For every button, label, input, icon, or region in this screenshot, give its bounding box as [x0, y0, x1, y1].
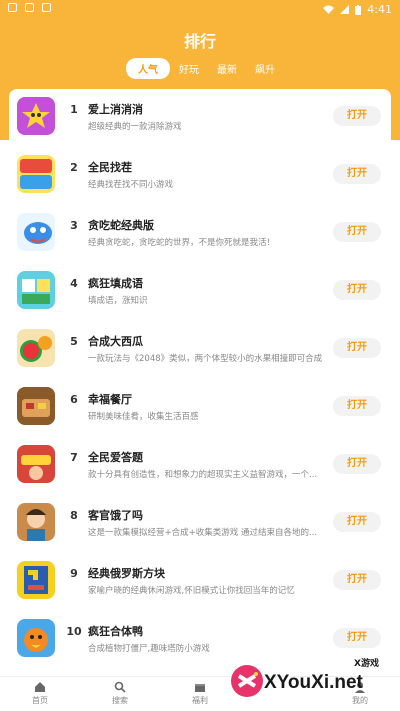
list-item[interactable]: 9 经典俄罗斯方块 家喻户晓的经典休闲游戏,怀旧模式让你找回当年的记忆 打开	[9, 553, 391, 611]
nav-home-label: 首页	[32, 696, 48, 705]
rank-number: 4	[70, 277, 78, 290]
game-description: 款十分具有创造性，和想象力的超现实主义益智游戏，一个...	[88, 470, 318, 480]
rank-number: 2	[70, 161, 78, 174]
game-icon	[17, 387, 55, 425]
game-description: 经典找茬找不同小游戏	[88, 180, 174, 190]
game-icon	[17, 445, 55, 483]
game-description: 家喻户晓的经典休闲游戏,怀旧模式让你找回当年的记忆	[88, 586, 295, 596]
tab-popular[interactable]: 人气	[126, 58, 170, 79]
game-icon	[17, 213, 55, 251]
open-button[interactable]: 打开	[333, 512, 381, 532]
rank-number: 7	[70, 451, 78, 464]
list-item[interactable]: 1 爱上消消消 超级经典的一款消除游戏 打开	[9, 89, 391, 147]
game-name: 客官饿了吗	[88, 509, 143, 522]
tab-rising[interactable]: 飙升	[246, 58, 284, 79]
game-icon	[17, 561, 55, 599]
game-name: 全民爱答题	[88, 451, 143, 464]
list-item[interactable]: 5 合成大西瓜 一款玩法与《2048》类似，两个体型较小的水果相撞即可合成 打开	[9, 321, 391, 379]
signal-icon	[340, 5, 350, 14]
nav-welfare[interactable]: 福利	[170, 681, 230, 706]
game-description: 这是一款集模拟经营+合成+收集类游戏 通过结束自各地的...	[88, 528, 318, 538]
game-description: 研制美味佳肴，收集生活百感	[88, 412, 199, 422]
game-name: 全民找茬	[88, 161, 132, 174]
open-button[interactable]: 打开	[333, 570, 381, 590]
home-icon	[35, 682, 45, 692]
nav-home[interactable]: 首页	[10, 681, 70, 706]
watermark: X游戏 XYouXi.net	[228, 652, 400, 710]
status-bar: 4:41	[0, 0, 400, 20]
rank-number: 3	[70, 219, 78, 232]
rank-number: 8	[70, 509, 78, 522]
game-description: 经典贪吃蛇，贪吃蛇的世界，不是你死就是我活！	[88, 238, 276, 248]
rank-number: 9	[70, 567, 78, 580]
list-item[interactable]: 4 疯狂填成语 填成语，涨知识 打开	[9, 263, 391, 321]
nav-search-label: 搜索	[112, 696, 128, 705]
game-icon	[17, 271, 55, 309]
game-icon	[17, 329, 55, 367]
notification-icon	[8, 3, 17, 12]
watermark-text: XYouXi.net	[264, 672, 363, 693]
game-name: 合成大西瓜	[88, 335, 143, 348]
list-item[interactable]: 2 全民找茬 经典找茬找不同小游戏 打开	[9, 147, 391, 205]
notification-icon	[42, 3, 51, 12]
game-icon	[17, 503, 55, 541]
nav-welfare-label: 福利	[192, 696, 208, 705]
rank-number: 1	[70, 103, 78, 116]
nav-search[interactable]: 搜索	[90, 681, 150, 706]
game-name: 贪吃蛇经典版	[88, 219, 154, 232]
open-button[interactable]: 打开	[333, 338, 381, 358]
game-icon	[17, 155, 55, 193]
search-icon	[114, 681, 126, 693]
rank-number: 10	[66, 625, 82, 638]
list-item[interactable]: 3 贪吃蛇经典版 经典贪吃蛇，贪吃蛇的世界，不是你死就是我活！ 打开	[9, 205, 391, 263]
watermark-small-text: X游戏	[354, 659, 379, 669]
game-name: 经典俄罗斯方块	[88, 567, 165, 580]
game-description: 一款玩法与《2048》类似，两个体型较小的水果相撞即可合成	[88, 354, 323, 364]
game-description: 超级经典的一款消除游戏	[88, 122, 182, 132]
battery-icon	[355, 4, 362, 15]
status-time: 4:41	[367, 3, 392, 16]
open-button[interactable]: 打开	[333, 164, 381, 184]
ranking-list: 1 爱上消消消 超级经典的一款消除游戏 打开 2 全民找茬 经典找茬找不同小游戏…	[9, 89, 391, 665]
open-button[interactable]: 打开	[333, 396, 381, 416]
open-button[interactable]: 打开	[333, 628, 381, 648]
tab-newest[interactable]: 最新	[208, 58, 246, 79]
open-button[interactable]: 打开	[333, 454, 381, 474]
ranking-tabs: 人气 好玩 最新 飙升	[126, 58, 284, 79]
game-description: 填成语，涨知识	[88, 296, 148, 306]
wifi-icon	[323, 5, 335, 14]
open-button[interactable]: 打开	[333, 280, 381, 300]
list-item[interactable]: 7 全民爱答题 款十分具有创造性，和想象力的超现实主义益智游戏，一个... 打开	[9, 437, 391, 495]
game-name: 疯狂填成语	[88, 277, 143, 290]
list-item[interactable]: 8 客官饿了吗 这是一款集模拟经营+合成+收集类游戏 通过结束自各地的... 打…	[9, 495, 391, 553]
game-name: 疯狂合体鸭	[88, 625, 143, 638]
gamepad-icon	[231, 665, 263, 697]
game-name: 幸福餐厅	[88, 393, 132, 406]
gift-icon	[195, 684, 205, 692]
game-icon	[17, 619, 55, 657]
list-item[interactable]: 6 幸福餐厅 研制美味佳肴，收集生活百感 打开	[9, 379, 391, 437]
page-title: 排行	[183, 32, 216, 51]
rank-number: 5	[70, 335, 78, 348]
open-button[interactable]: 打开	[333, 106, 381, 126]
rank-number: 6	[70, 393, 78, 406]
game-icon	[17, 97, 55, 135]
notification-icon	[25, 3, 34, 12]
game-name: 爱上消消消	[88, 103, 143, 116]
open-button[interactable]: 打开	[333, 222, 381, 242]
tab-fun[interactable]: 好玩	[170, 58, 208, 79]
